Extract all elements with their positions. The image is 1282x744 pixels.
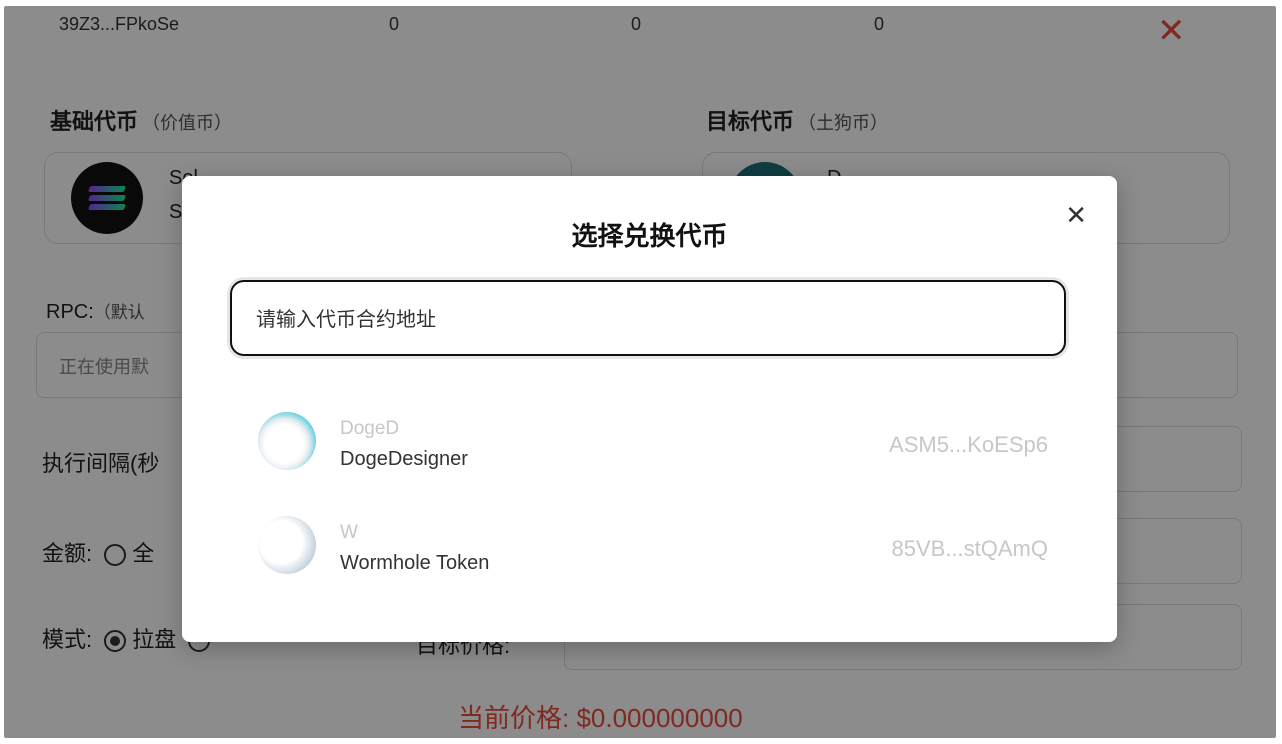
token-address: ASM5...KoESp6 — [889, 432, 1048, 457]
close-icon[interactable]: ✕ — [1065, 202, 1087, 228]
token-address: 85VB...stQAmQ — [891, 536, 1049, 561]
token-symbol: W — [340, 522, 358, 543]
app-frame: 39Z3...FPkoSe 0 0 0 ✕ 基础代币 （价值币） 目标代币 （土狗币… — [4, 6, 1276, 738]
token-address-input[interactable] — [254, 302, 1038, 336]
token-item-dogedesigner[interactable]: DogeD DogeDesigner ASM5...KoESp6 — [258, 412, 1048, 488]
token-logo-icon — [258, 516, 316, 574]
token-item-wormhole[interactable]: W Wormhole Token 85VB...stQAmQ — [258, 516, 1048, 592]
token-symbol: DogeD — [340, 418, 400, 439]
token-logo-icon — [258, 412, 316, 470]
modal-title: 选择兑换代币 — [571, 222, 728, 252]
search-box — [230, 280, 1066, 356]
token-name: Wormhole Token — [340, 552, 490, 574]
select-token-modal: 选择兑换代币 ✕ DogeD DogeDesigner ASM5...KoESp… — [182, 176, 1117, 642]
token-name: DogeDesigner — [340, 448, 468, 470]
